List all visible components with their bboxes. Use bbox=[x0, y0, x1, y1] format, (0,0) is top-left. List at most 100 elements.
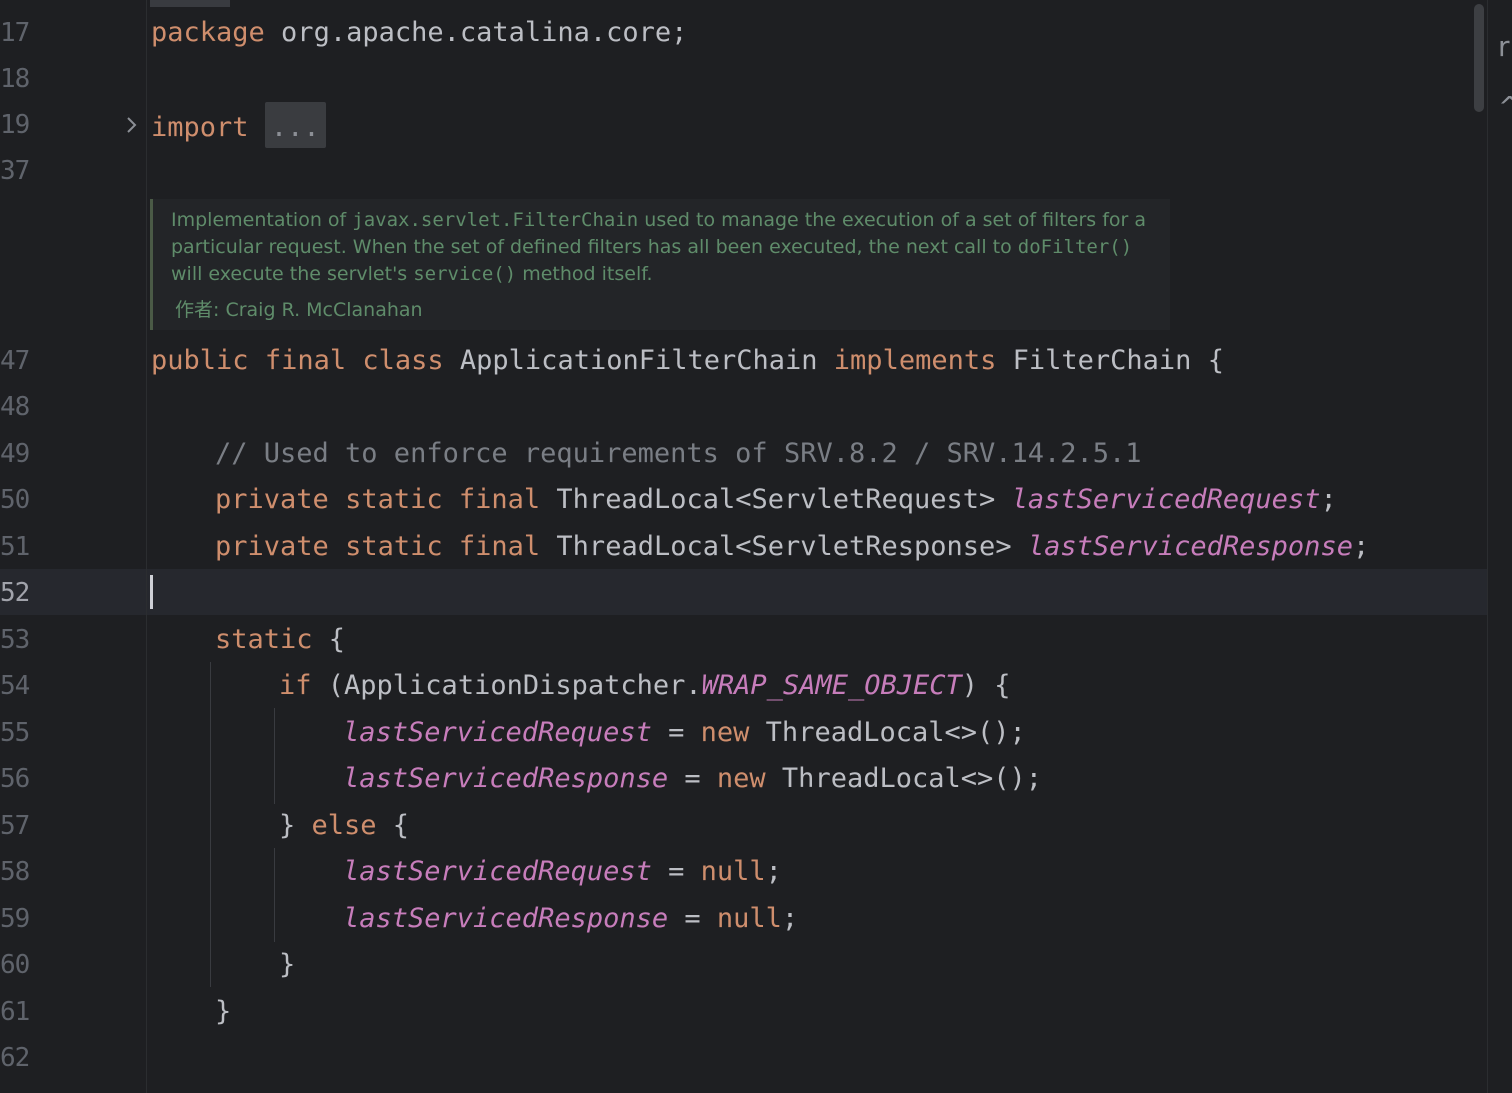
punctuation: ; bbox=[765, 856, 782, 887]
keyword: final bbox=[458, 531, 541, 562]
code-line-54[interactable]: if (ApplicationDispatcher.WRAP_SAME_OBJE… bbox=[279, 663, 1011, 709]
code-line-55[interactable]: lastServicedRequest = new ThreadLocal<>(… bbox=[343, 710, 1026, 756]
line-number[interactable]: 57 bbox=[0, 803, 40, 849]
line-number[interactable]: 50 bbox=[0, 477, 40, 523]
code-editor[interactable]: 17 18 19 37 47 48 49 50 51 52 53 54 55 5… bbox=[0, 0, 1512, 1093]
line-number-current[interactable]: 52 bbox=[0, 570, 40, 616]
keyword: final bbox=[458, 484, 541, 515]
operator: = bbox=[651, 717, 701, 748]
interface-name: FilterChain { bbox=[1012, 345, 1224, 376]
line-number[interactable]: 54 bbox=[0, 663, 40, 709]
constant-name: WRAP_SAME_OBJECT bbox=[701, 670, 962, 701]
line-number[interactable]: 37 bbox=[0, 148, 40, 194]
author-name: Craig R. McClanahan bbox=[225, 299, 423, 321]
keyword: import bbox=[151, 112, 249, 143]
text-caret bbox=[150, 575, 153, 609]
code-text: { bbox=[312, 624, 346, 655]
top-tab-stub bbox=[150, 0, 230, 7]
keyword: implements bbox=[833, 345, 997, 376]
line-number[interactable]: 60 bbox=[0, 942, 40, 988]
keyword: else bbox=[311, 810, 377, 841]
right-panel-glyph: r bbox=[1498, 30, 1510, 63]
code-text: (ApplicationDispatcher. bbox=[311, 670, 702, 701]
code-line-51[interactable]: private static final ThreadLocal<Servlet… bbox=[215, 524, 1369, 570]
line-number[interactable]: 62 bbox=[0, 1035, 40, 1081]
type-name: ThreadLocal<ServletResponse> bbox=[556, 531, 1012, 562]
code-text: { bbox=[376, 810, 410, 841]
line-number[interactable]: 56 bbox=[0, 756, 40, 802]
code-line-56[interactable]: lastServicedResponse = new ThreadLocal<>… bbox=[343, 756, 1042, 802]
code-line-17[interactable]: package org.apache.catalina.core; bbox=[151, 10, 687, 56]
code-line-19[interactable]: import ... bbox=[151, 102, 326, 148]
class-name: ApplicationFilterChain bbox=[459, 345, 818, 376]
code-line-61[interactable]: } bbox=[215, 989, 231, 1035]
javadoc-text: method itself. bbox=[516, 263, 653, 285]
keyword: if bbox=[279, 670, 312, 701]
line-number[interactable]: 59 bbox=[0, 896, 40, 942]
code-line-49[interactable]: // Used to enforce requirements of SRV.8… bbox=[215, 431, 1142, 477]
javadoc-code: javax.servlet.FilterChain bbox=[352, 209, 639, 231]
line-number[interactable]: 19 bbox=[0, 102, 40, 148]
current-line-highlight bbox=[0, 569, 1487, 615]
code-text: ThreadLocal<>(); bbox=[749, 717, 1026, 748]
line-number[interactable]: 51 bbox=[0, 524, 40, 570]
code-line-60[interactable]: } bbox=[279, 942, 295, 988]
code-line-57[interactable]: } else { bbox=[279, 803, 409, 849]
line-number[interactable]: 48 bbox=[0, 384, 40, 430]
gutter-separator bbox=[146, 0, 147, 1093]
keyword: static bbox=[345, 484, 443, 515]
line-number[interactable]: 53 bbox=[0, 617, 40, 663]
code-line-47[interactable]: public final class ApplicationFilterChai… bbox=[151, 338, 1224, 384]
line-number[interactable]: 61 bbox=[0, 989, 40, 1035]
type-name: ThreadLocal<ServletRequest> bbox=[556, 484, 996, 515]
field-name: lastServicedResponse bbox=[343, 763, 669, 794]
scrollbar-track bbox=[1487, 0, 1488, 1093]
code-line-50[interactable]: private static final ThreadLocal<Servlet… bbox=[215, 477, 1337, 523]
operator: = bbox=[668, 763, 717, 794]
keyword: final bbox=[264, 345, 347, 376]
punctuation: ; bbox=[1352, 531, 1370, 562]
javadoc-author: 作者: Craig R. McClanahan bbox=[175, 295, 423, 322]
field-name: lastServicedResponse bbox=[343, 903, 669, 934]
keyword: static bbox=[215, 624, 313, 655]
keyword: null bbox=[716, 903, 782, 934]
javadoc-description: Implementation of javax.servlet.FilterCh… bbox=[171, 207, 1161, 288]
keyword: new bbox=[700, 717, 750, 748]
code-text: org.apache.catalina.core; bbox=[264, 17, 688, 48]
scrollbar-thumb[interactable] bbox=[1474, 4, 1484, 112]
field-name: lastServicedResponse bbox=[1027, 531, 1353, 562]
folded-imports[interactable]: ... bbox=[264, 102, 326, 148]
javadoc-code: service() bbox=[413, 263, 517, 285]
line-number[interactable]: 47 bbox=[0, 338, 40, 384]
code-line-53[interactable]: static { bbox=[215, 617, 345, 663]
line-number[interactable]: 55 bbox=[0, 710, 40, 756]
code-text: } bbox=[279, 949, 296, 980]
operator: = bbox=[651, 856, 701, 887]
javadoc-rendered[interactable]: Implementation of javax.servlet.FilterCh… bbox=[150, 199, 1170, 330]
line-number[interactable]: 58 bbox=[0, 849, 40, 895]
line-number[interactable]: 17 bbox=[0, 10, 40, 56]
code-line-59[interactable]: lastServicedResponse = null; bbox=[343, 896, 798, 942]
line-number[interactable]: 18 bbox=[0, 56, 40, 102]
field-name: lastServicedRequest bbox=[343, 856, 652, 887]
author-label: 作者: bbox=[175, 299, 220, 321]
keyword: private bbox=[215, 484, 329, 515]
comment: // Used to enforce requirements of SRV.8… bbox=[215, 438, 1142, 469]
javadoc-text: will execute the servlet's bbox=[171, 263, 414, 285]
keyword: class bbox=[362, 345, 444, 376]
punctuation: ; bbox=[781, 903, 799, 934]
code-line-58[interactable]: lastServicedRequest = null; bbox=[343, 849, 782, 895]
javadoc-code: doFilter() bbox=[1017, 236, 1133, 258]
keyword: package bbox=[151, 17, 265, 48]
punctuation: ; bbox=[1320, 484, 1337, 515]
line-number[interactable]: 49 bbox=[0, 431, 40, 477]
code-text: } bbox=[279, 810, 312, 841]
indent-guide bbox=[274, 708, 275, 804]
keyword: static bbox=[345, 531, 443, 562]
keyword: null bbox=[700, 856, 766, 887]
indent-guide bbox=[210, 662, 211, 987]
code-text: ThreadLocal<>(); bbox=[765, 763, 1043, 794]
chevron-right-icon[interactable] bbox=[122, 110, 142, 140]
indent-guide bbox=[274, 848, 275, 942]
operator: = bbox=[668, 903, 717, 934]
